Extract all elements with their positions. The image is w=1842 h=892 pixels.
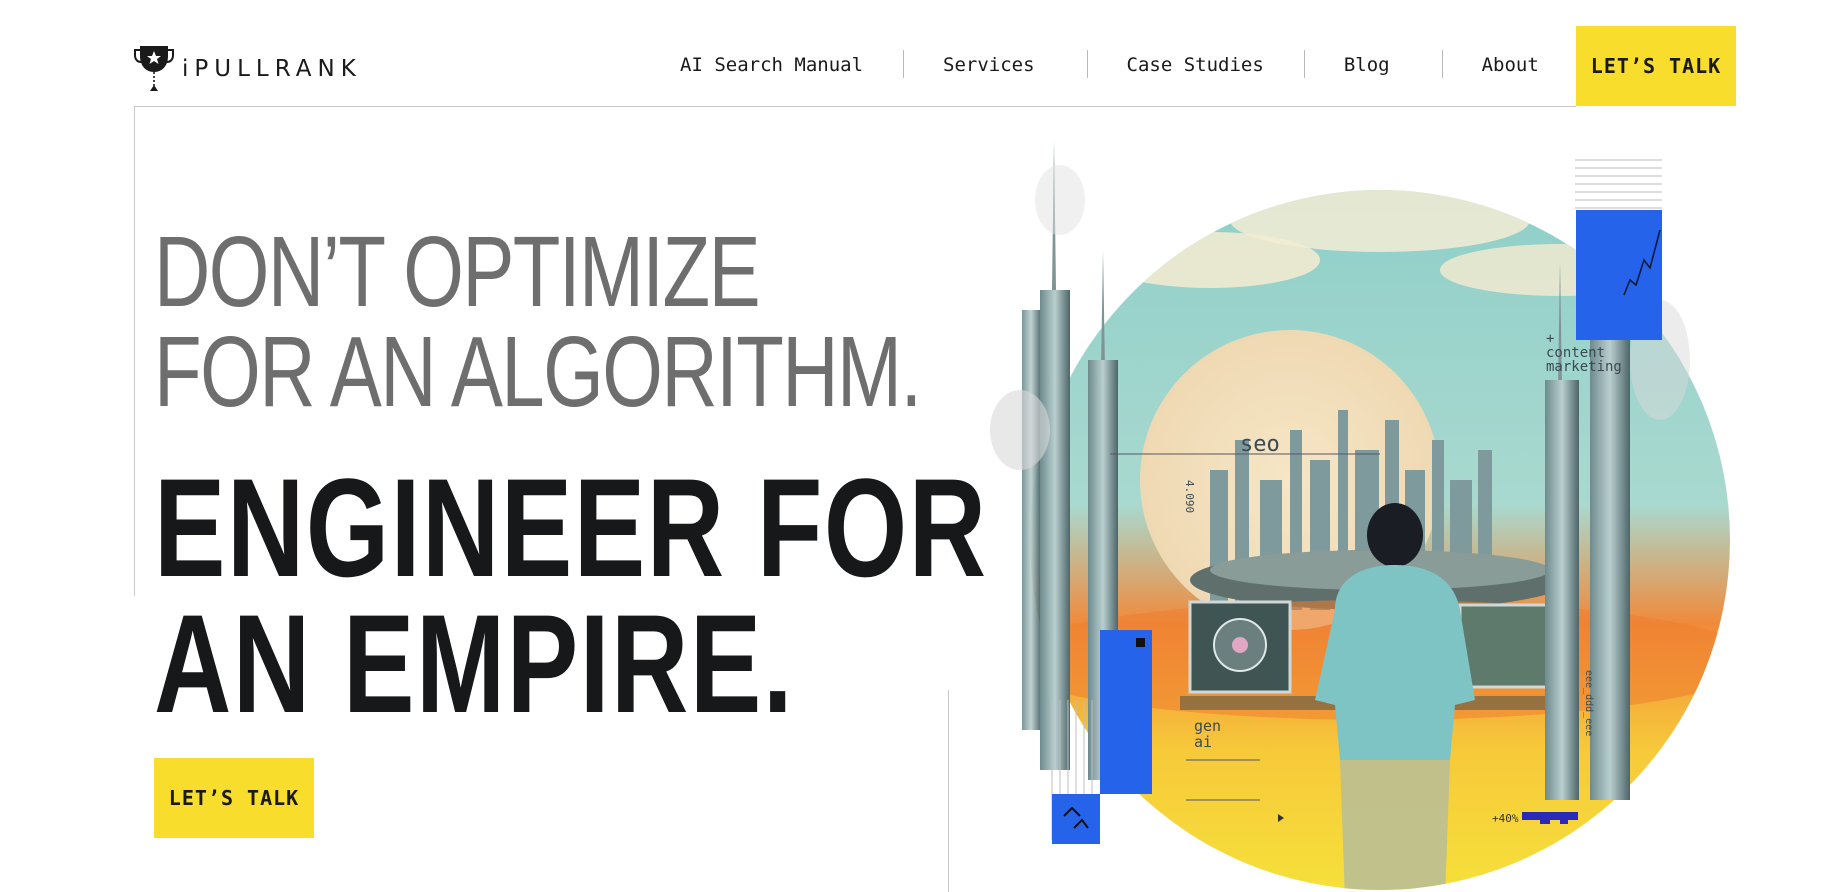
logo-text: iPULLRANK	[182, 56, 362, 82]
vertical-right-label: eee_ddd_eee	[1583, 670, 1594, 737]
page: iPULLRANK AI Search Manual Services Case…	[0, 0, 1842, 892]
lets-talk-hero-button[interactable]: LET’S TALK	[154, 758, 314, 838]
hero-headline-line: AN EMPIRE.	[154, 585, 795, 742]
hero-headline-line: ENGINEER FOR	[154, 449, 988, 606]
content-marketing-label: + content marketing	[1546, 331, 1622, 375]
nav-about[interactable]: About	[1441, 50, 1579, 80]
nav-ai-search-manual[interactable]: AI Search Manual	[640, 50, 903, 80]
nav-case-studies[interactable]: Case Studies	[1086, 50, 1304, 80]
city-collage-image	[990, 140, 1730, 890]
hero-subheadline: DON’T OPTIMIZE FOR AN ALGORITHM.	[154, 216, 922, 428]
lets-talk-header-button[interactable]: LET’S TALK	[1576, 26, 1736, 106]
nav-services[interactable]: Services	[903, 50, 1087, 80]
seo-label: seo	[1240, 432, 1280, 457]
nav-blog[interactable]: Blog	[1303, 50, 1442, 80]
frame-divider-vertical	[948, 690, 949, 892]
percent-label: +40%	[1492, 812, 1519, 825]
trophy-icon	[134, 46, 174, 91]
logo[interactable]: iPULLRANK	[134, 42, 362, 92]
main-nav: AI Search Manual Services Case Studies B…	[640, 50, 1579, 80]
frame-divider-left	[134, 106, 135, 596]
hero-subheadline-line: DON’T OPTIMIZE	[154, 216, 761, 328]
hero-illustration: + content marketing seo gen ai +40% 4.09…	[960, 140, 1760, 892]
vertical-left-label: 4.090	[1183, 480, 1196, 514]
hero-headline: ENGINEER FOR AN EMPIRE.	[154, 449, 988, 742]
frame-divider	[134, 106, 1576, 107]
gen-ai-label: gen ai	[1194, 717, 1222, 751]
hero-subheadline-line: FOR AN ALGORITHM.	[154, 316, 922, 428]
